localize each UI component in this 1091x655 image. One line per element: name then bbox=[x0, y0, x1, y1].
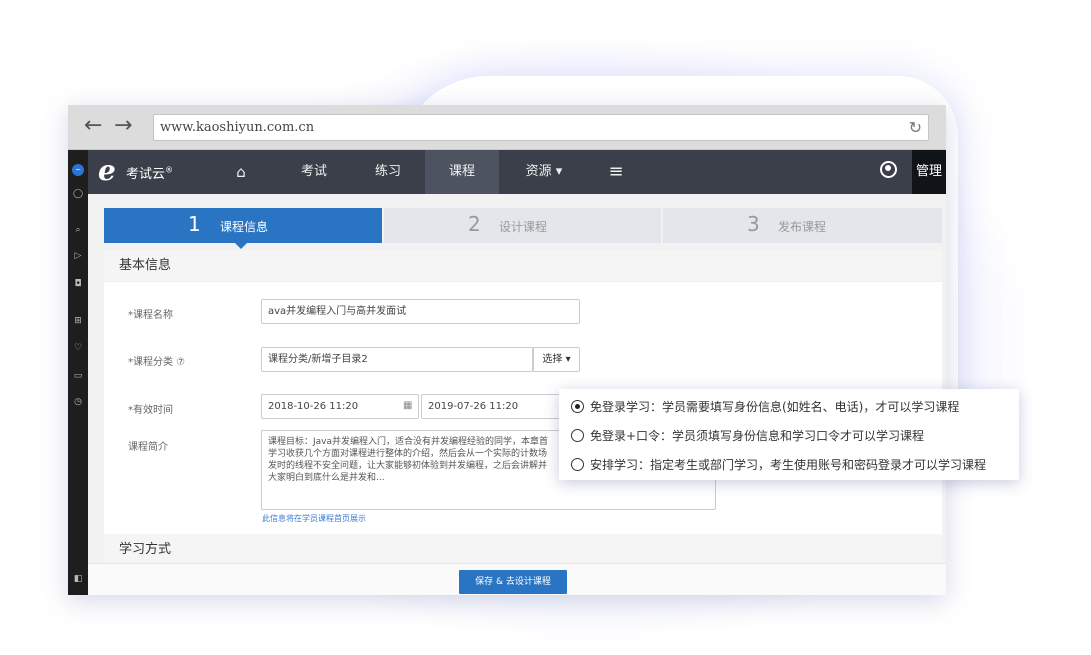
reload-icon[interactable]: ↻ bbox=[909, 115, 922, 140]
nav-course[interactable]: 课程 bbox=[425, 150, 499, 194]
send-icon[interactable]: ▷ bbox=[72, 250, 84, 262]
course-name-label: *课程名称 bbox=[128, 310, 173, 321]
section-study-mode: 学习方式 bbox=[104, 534, 942, 566]
category-select-button[interactable]: 选择 ▾ bbox=[533, 347, 580, 372]
course-category-label: *课程分类 ⑦ bbox=[128, 357, 186, 368]
wallet-icon[interactable]: ▭ bbox=[72, 370, 84, 382]
nav-resources[interactable]: 资源 ▾ bbox=[508, 150, 580, 194]
course-category-input[interactable]: 课程分类/新增子目录2 bbox=[261, 347, 533, 372]
start-date-input[interactable]: 2018-10-26 11:20 bbox=[261, 394, 419, 419]
messenger-icon[interactable]: ~ bbox=[72, 164, 84, 176]
end-date-input[interactable]: 2019-07-26 11:20 bbox=[421, 394, 571, 419]
radio-icon[interactable] bbox=[571, 429, 584, 442]
study-option-no-login[interactable]: 免登录学习：学员需要填写身份信息(如姓名、电话)，才可以学习课程 bbox=[571, 396, 959, 418]
user-avatar-icon[interactable] bbox=[880, 161, 897, 178]
grid-icon[interactable]: ⊞ bbox=[72, 315, 84, 327]
calendar-icon[interactable]: ▦ bbox=[403, 400, 412, 411]
save-and-design-button[interactable]: 保存 & 去设计课程 bbox=[459, 570, 567, 594]
search-icon[interactable]: ⌕ bbox=[72, 224, 84, 236]
browser-window: ← → www.kaoshiyun.com.cn ↻ ~ ◯ ⌕ ▷ ◘ ⊞ ♡… bbox=[68, 105, 946, 595]
study-mode-options: 免登录学习：学员需要填写身份信息(如姓名、电话)，才可以学习课程 免登录+口令：… bbox=[559, 389, 1019, 480]
step-design-course[interactable]: 2 设计课程 bbox=[384, 208, 661, 243]
radio-selected-icon[interactable] bbox=[571, 400, 584, 413]
step-course-info[interactable]: 1 课程信息 bbox=[104, 208, 382, 249]
whatsapp-icon[interactable]: ◯ bbox=[72, 188, 84, 200]
forward-arrow-icon[interactable]: → bbox=[114, 114, 132, 138]
validity-label: *有效时间 bbox=[128, 405, 173, 416]
form-footer: 保存 & 去设计课程 bbox=[88, 563, 946, 595]
camera-icon[interactable]: ◘ bbox=[72, 278, 84, 290]
top-navigation: e 考试云® ⌂ 考试 练习 课程 资源 ▾ ≡ 管理 bbox=[88, 150, 946, 194]
nav-practice[interactable]: 练习 bbox=[358, 150, 418, 194]
left-sidebar: ~ ◯ ⌕ ▷ ◘ ⊞ ♡ ▭ ◷ ◧ bbox=[68, 150, 88, 595]
wizard-steps: 1 课程信息 2 设计课程 3 发布课程 bbox=[104, 208, 942, 249]
clock-icon[interactable]: ◷ bbox=[72, 396, 84, 408]
url-text: www.kaoshiyun.com.cn bbox=[160, 120, 315, 135]
browser-toolbar: ← → www.kaoshiyun.com.cn ↻ bbox=[68, 105, 946, 150]
nav-exam[interactable]: 考试 bbox=[284, 150, 344, 194]
logo-icon[interactable]: e bbox=[98, 155, 116, 187]
section-basic-info: 基本信息 bbox=[104, 250, 942, 282]
list-icon[interactable]: ≡ bbox=[601, 150, 631, 194]
study-option-no-login-passcode[interactable]: 免登录+口令：学员须填写身份信息和学习口令才可以学习课程 bbox=[571, 425, 924, 447]
course-intro-label: 课程简介 bbox=[128, 442, 168, 453]
step-publish-course[interactable]: 3 发布课程 bbox=[663, 208, 942, 243]
study-option-arranged[interactable]: 安排学习：指定考生或部门学习，考生使用账号和密码登录才可以学习课程 bbox=[571, 454, 986, 476]
app-area: e 考试云® ⌂ 考试 练习 课程 资源 ▾ ≡ 管理 1 课程信息 2 设计课… bbox=[88, 150, 946, 595]
home-icon[interactable]: ⌂ bbox=[226, 150, 256, 194]
intro-hint: 此信息将在学员课程首页展示 bbox=[262, 514, 366, 523]
heart-icon[interactable]: ♡ bbox=[72, 342, 84, 354]
course-name-input[interactable]: ava并发编程入门与高并发面试 bbox=[261, 299, 580, 324]
radio-icon[interactable] bbox=[571, 458, 584, 471]
layout-icon[interactable]: ◧ bbox=[72, 573, 84, 585]
back-arrow-icon[interactable]: ← bbox=[84, 114, 102, 138]
brand-name: 考试云® bbox=[126, 165, 174, 182]
address-bar[interactable]: www.kaoshiyun.com.cn ↻ bbox=[153, 114, 929, 141]
admin-button[interactable]: 管理 bbox=[912, 150, 946, 194]
